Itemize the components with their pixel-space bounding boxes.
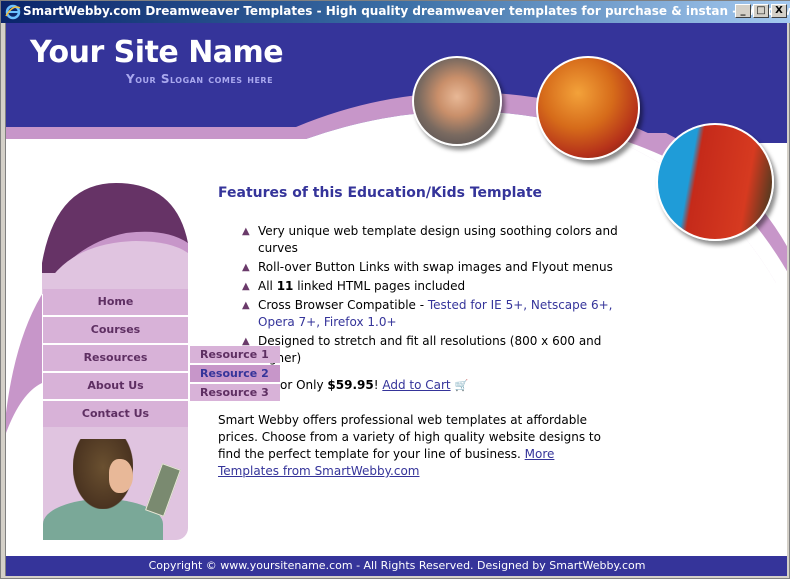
close-button[interactable]: X [771, 4, 787, 18]
internet-explorer-icon [5, 4, 21, 20]
intro-paragraph: Smart Webby offers professional web temp… [218, 413, 601, 478]
page-heading: Features of this Education/Kids Template [218, 185, 543, 201]
flyout-item-resource-1[interactable]: Resource 1 [190, 346, 280, 363]
browser-window: SmartWebby.com Dreamweaver Templates - H… [0, 0, 790, 579]
main-content: Features of this Education/Kids Template… [218, 185, 618, 480]
nav-item-home[interactable]: Home [43, 289, 188, 315]
shopping-cart-icon[interactable]: 🛒 [454, 379, 468, 392]
nav-item-courses[interactable]: Courses [43, 317, 188, 343]
price: $59.95 [327, 378, 374, 392]
maximize-button[interactable]: □ [753, 4, 769, 18]
minimize-button[interactable]: _ [735, 4, 751, 18]
resources-flyout-menu: Resource 1 Resource 2 Resource 3 [190, 346, 280, 403]
feature-item: ▲ Designed to stretch and fit all resolu… [242, 334, 602, 365]
title-bar[interactable]: SmartWebby.com Dreamweaver Templates - H… [1, 1, 790, 23]
feature-item: ▲ Very unique web template design using … [242, 224, 618, 255]
bullet-icon: ▲ [242, 262, 250, 273]
photo-child-writing [536, 56, 640, 160]
feature-item: ▲ Cross Browser Compatible - Tested for … [242, 298, 613, 329]
main-nav: Home Courses Resources About Us Contact … [43, 289, 188, 429]
bullet-icon: ▲ [242, 281, 250, 292]
feature-item: ▲ All 11 linked HTML pages included [242, 279, 466, 293]
girl-reading-image [43, 427, 188, 540]
bullet-icon: ▲ [242, 300, 250, 311]
add-to-cart-link[interactable]: Add to Cart [382, 378, 450, 392]
flyout-item-resource-3[interactable]: Resource 3 [190, 384, 280, 401]
page-viewport: Your Site Name Your Slogan comes here Ho… [5, 23, 787, 576]
photo-smiling-boy [412, 56, 502, 146]
nav-item-about-us[interactable]: About Us [43, 373, 188, 399]
nav-item-contact-us[interactable]: Contact Us [43, 401, 188, 427]
feature-item: ▲ Roll-over Button Links with swap image… [242, 260, 613, 274]
bullet-icon: ▲ [242, 226, 250, 237]
photo-kids-reading [656, 123, 774, 241]
site-footer: Copyright © www.yoursitename.com - All R… [6, 556, 787, 576]
flyout-item-resource-2[interactable]: Resource 2 [190, 365, 280, 382]
window-title: SmartWebby.com Dreamweaver Templates - H… [23, 4, 790, 18]
nav-item-resources[interactable]: Resources [43, 345, 188, 371]
